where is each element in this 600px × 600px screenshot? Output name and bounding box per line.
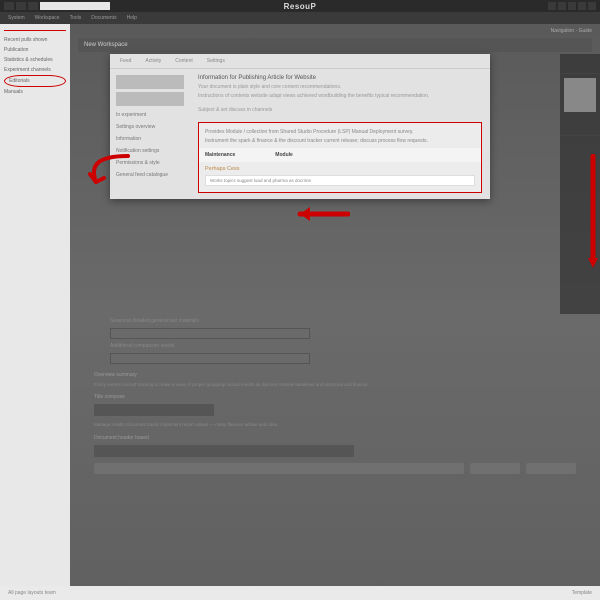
highlight-box: Provides Module / collection from Shared… — [198, 122, 482, 193]
nav-item-manuals[interactable]: Manuals — [4, 87, 66, 97]
search-input[interactable] — [40, 2, 110, 10]
tab-feed[interactable]: Feed — [120, 58, 131, 64]
breadcrumb: Navigation · Guide — [70, 24, 600, 34]
tool-system[interactable]: System — [8, 15, 25, 21]
bp-field-2[interactable] — [110, 353, 310, 364]
bp-addl: Additional comparison needs — [110, 343, 490, 349]
ds-title-t: Manage results document tracks implement… — [94, 422, 576, 428]
nav-item-editorials[interactable]: Editorials — [4, 75, 66, 87]
nav-back-button[interactable] — [4, 2, 14, 10]
ds-input-2[interactable] — [470, 463, 520, 474]
ds-input-3[interactable] — [526, 463, 576, 474]
footer-right[interactable]: Template — [572, 590, 592, 596]
panel-desc-2: Instructions of contents website adapt v… — [198, 93, 482, 100]
side-experiment[interactable]: In experiment — [116, 109, 184, 121]
help-icon[interactable] — [558, 2, 566, 10]
panel-subject: Subject & set discuss in channels — [198, 107, 482, 114]
tool-documents[interactable]: Documents — [91, 15, 116, 21]
tool-help[interactable]: Help — [127, 15, 137, 21]
notif-icon[interactable] — [548, 2, 556, 10]
user-icon[interactable] — [568, 2, 576, 10]
ds-overview-h: Overview summary — [94, 372, 576, 378]
bp-field-1[interactable] — [110, 328, 310, 339]
footer-left: All page layouts team — [8, 590, 56, 596]
ds-doc-h: Document header based — [94, 435, 576, 441]
side-information[interactable]: Information — [116, 133, 184, 145]
ds-block — [94, 404, 214, 416]
nav-fwd-button[interactable] — [16, 2, 26, 10]
left-nav: Recent pulls shown Publication Statistic… — [0, 24, 70, 600]
annotation-arrow-left — [88, 154, 138, 194]
thumb-2[interactable] — [116, 92, 184, 106]
nav-item-experiment[interactable]: Experiment channels — [4, 65, 66, 75]
nav-item-recent[interactable]: Recent pulls shown — [4, 35, 66, 45]
tab-settings[interactable]: Settings — [207, 58, 225, 64]
rb-input-bar[interactable]: Works topics suggest load and pharma as … — [205, 175, 475, 186]
rb-desc-1: Provides Module / collection from Shared… — [205, 129, 475, 136]
ds-doc-block — [94, 445, 354, 457]
panel-desc-1: Your document is plain style and core co… — [198, 84, 482, 91]
nav-reload-button[interactable] — [28, 2, 38, 10]
tool-tools[interactable]: Tools — [70, 15, 82, 21]
brand-logo: ResouP — [284, 2, 317, 11]
annotation-arrow-right — [587, 154, 599, 274]
ds-title-h: Title compose — [94, 394, 576, 400]
settings-icon[interactable] — [588, 2, 596, 10]
rp-header — [560, 54, 600, 74]
rb-col-module[interactable]: Module — [275, 152, 293, 158]
nav-item-stats[interactable]: Statistics & schedules — [4, 55, 66, 65]
tab-content[interactable]: Content — [175, 58, 193, 64]
panel-heading: Information for Publishing Article for W… — [198, 75, 482, 81]
side-settings[interactable]: Settings overview — [116, 121, 184, 133]
ds-overview-t: Policy entries consult tracking to make … — [94, 382, 576, 388]
tool-workspace[interactable]: Workspace — [35, 15, 60, 21]
rp-thumb[interactable] — [564, 78, 596, 112]
rb-desc-2: Instrument the spark & finance & the dis… — [205, 138, 475, 145]
thumb-1[interactable] — [116, 75, 184, 89]
content-panel: Feed Activity Content Settings In experi… — [110, 54, 490, 199]
tab-activity[interactable]: Activity — [145, 58, 161, 64]
rb-subtitle: Perhaps Cess — [205, 166, 475, 172]
ds-input-1[interactable] — [94, 463, 464, 474]
nav-item-publication[interactable]: Publication — [4, 45, 66, 55]
page-title: New Workspace — [78, 38, 592, 52]
bp-seasonal: Seasonal detailed general tool materials — [110, 318, 490, 324]
rb-col-maintenance[interactable]: Maintenance — [205, 152, 235, 158]
menu-icon[interactable] — [578, 2, 586, 10]
annotation-arrow-mid — [290, 204, 350, 224]
